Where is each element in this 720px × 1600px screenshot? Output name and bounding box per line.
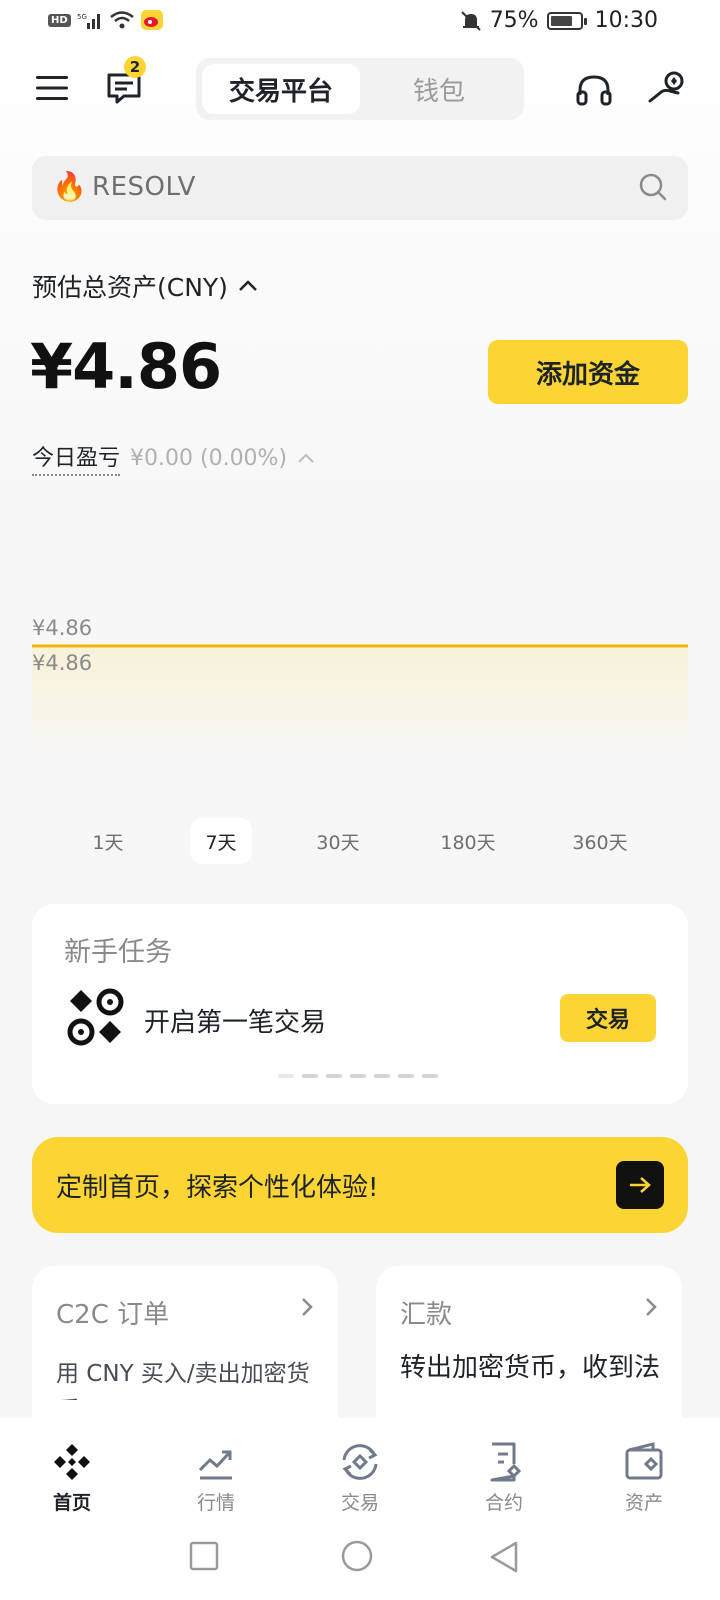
signal-icon: 5G: [77, 13, 100, 29]
customize-home-banner[interactable]: 定制首页，探索个性化体验!: [32, 1137, 688, 1233]
c2c-card-title: C2C 订单: [56, 1300, 170, 1330]
nav-assets[interactable]: 资产: [594, 1442, 694, 1515]
pnl-row[interactable]: 今日盈亏 ¥0.00 (0.00%): [32, 440, 315, 476]
chevron-up-icon: [298, 453, 314, 463]
nav-futures[interactable]: 合约: [454, 1442, 554, 1515]
carousel-dot: [374, 1074, 390, 1078]
message-badge: 2: [124, 56, 146, 78]
tab-wallet[interactable]: 钱包: [360, 64, 518, 114]
estimated-assets-toggle[interactable]: 预估总资产(CNY): [32, 268, 258, 304]
promo-button[interactable]: [644, 66, 690, 112]
asset-chart: ¥4.86 ¥4.86: [0, 500, 720, 800]
banner-text: 定制首页，探索个性化体验!: [56, 1173, 379, 1203]
weibo-icon: [140, 10, 163, 30]
home-screen: HD 5G 75% 10:30 2 交易平台 钱包 🔥 RESOLV 预估总资产…: [0, 0, 720, 1600]
futures-icon: [490, 1442, 522, 1482]
nav-markets-label: 行情: [196, 1492, 235, 1514]
battery-icon: [546, 11, 587, 30]
system-recents-button[interactable]: [188, 1540, 220, 1572]
carousel-dot: [350, 1074, 366, 1078]
add-funds-button[interactable]: 添加资金: [488, 340, 688, 404]
beginner-task-card: 新手任务 开启第一笔交易 交易: [32, 904, 688, 1104]
search-bar[interactable]: 🔥 RESOLV: [32, 156, 688, 220]
task-card-title: 新手任务: [64, 937, 172, 968]
arrow-right-icon: [630, 1177, 651, 1193]
menu-button[interactable]: [30, 68, 74, 108]
chevron-right-icon: [302, 1298, 313, 1316]
battery-percent: 75%: [489, 8, 539, 33]
nav-assets-label: 资产: [624, 1492, 663, 1514]
nav-home[interactable]: 首页: [22, 1442, 122, 1515]
chevron-right-icon: [646, 1298, 657, 1316]
trade-icon: [342, 1444, 378, 1480]
mute-bell-icon: [460, 10, 481, 31]
carousel-dot: [302, 1074, 318, 1078]
status-bar: HD 5G 75% 10:30: [0, 0, 720, 48]
nav-markets[interactable]: 行情: [166, 1442, 266, 1515]
carousel-dots: [278, 1074, 438, 1078]
estimated-assets-label: 预估总资产(CNY): [32, 273, 228, 302]
task-text: 开启第一笔交易: [144, 1008, 327, 1038]
c2c-card-description: 用 CNY 买入/卖出加密货币: [56, 1361, 310, 1400]
range-tab-30d[interactable]: 30天: [302, 818, 374, 864]
carousel-dot: [398, 1074, 414, 1078]
pnl-label[interactable]: 今日盈亏: [32, 440, 121, 476]
chart-area: [32, 646, 688, 750]
support-button[interactable]: [572, 68, 616, 112]
y-tick-label-bottom: ¥4.86: [32, 651, 93, 675]
wallet-icon: [625, 1442, 663, 1480]
banner-arrow-button[interactable]: [616, 1161, 664, 1209]
hamburger-icon: [36, 76, 68, 100]
pnl-value: ¥0.00 (0.00%): [130, 445, 288, 471]
task-trade-button[interactable]: 交易: [560, 994, 656, 1042]
task-grid-icon: [67, 988, 124, 1046]
range-tab-1d[interactable]: 1天: [78, 818, 138, 864]
search-icon[interactable]: [638, 172, 668, 202]
markets-icon: [198, 1450, 232, 1480]
range-tab-7d[interactable]: 7天: [190, 818, 252, 864]
carousel-dot: [278, 1074, 294, 1078]
range-tab-360d[interactable]: 360天: [560, 818, 640, 864]
range-selector: 1天 7天 30天 180天 360天: [0, 818, 720, 868]
total-assets-value: ¥4.86: [30, 330, 222, 403]
network-type: HD: [48, 13, 71, 27]
y-tick-label-top: ¥4.86: [32, 616, 93, 640]
hand-coin-icon: [648, 71, 684, 103]
nav-trade[interactable]: 交易: [310, 1442, 410, 1515]
nav-home-label: 首页: [52, 1492, 91, 1514]
home-icon: [54, 1444, 90, 1480]
asset-chart-svg: [32, 644, 688, 750]
fire-icon: 🔥: [52, 170, 87, 203]
bottom-navigation: 首页 行情 交易 合约 资产: [0, 1418, 720, 1600]
platform-switch: 交易平台 钱包: [196, 58, 524, 120]
wifi-icon: [109, 11, 134, 29]
top-header: 2 交易平台 钱包: [0, 56, 720, 120]
carousel-dot: [422, 1074, 438, 1078]
system-back-button[interactable]: [488, 1540, 520, 1574]
system-home-button[interactable]: [340, 1540, 374, 1574]
search-placeholder: RESOLV: [92, 172, 196, 202]
nav-futures-label: 合约: [484, 1492, 523, 1514]
range-tab-180d[interactable]: 180天: [428, 818, 508, 864]
svg-text:5G: 5G: [77, 13, 87, 21]
remittance-card-description: 转出加密货币，收到法币: [400, 1353, 661, 1390]
battery-fill: [550, 15, 572, 26]
chevron-up-icon: [239, 280, 257, 291]
status-right: 75% 10:30: [460, 8, 658, 33]
clock: 10:30: [594, 8, 658, 33]
nav-trade-label: 交易: [340, 1492, 379, 1514]
status-left: HD 5G: [48, 10, 163, 30]
headset-icon: [576, 75, 612, 106]
remittance-card-title: 汇款: [400, 1300, 453, 1330]
carousel-dot: [326, 1074, 342, 1078]
tab-exchange[interactable]: 交易平台: [202, 64, 360, 114]
